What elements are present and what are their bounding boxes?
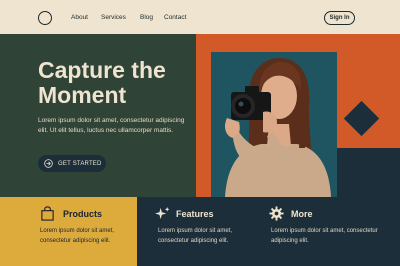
more-card-title: More <box>291 209 313 219</box>
hero-headline-line-2: Moment <box>38 82 127 108</box>
features-card-title: Features <box>176 209 214 219</box>
more-card[interactable]: More Lorem ipsum dolor sit amet, consect… <box>251 197 400 266</box>
shopping-bag-icon <box>41 206 54 221</box>
nav-link-services[interactable]: Services <box>101 14 126 21</box>
site-header: About Services Blog Contact Sign In <box>0 0 400 34</box>
sign-in-button[interactable]: Sign In <box>324 11 355 25</box>
features-card[interactable]: Features Lorem ipsum dolor sit amet, con… <box>137 197 251 266</box>
nav-link-contact[interactable]: Contact <box>164 14 186 21</box>
arrow-circle-icon <box>44 159 53 168</box>
nav-link-about[interactable]: About <box>71 14 88 21</box>
more-card-text: Lorem ipsum dolor sit amet, consectetur … <box>271 228 378 244</box>
navy-accent-block <box>337 148 400 197</box>
circle-logo-icon[interactable] <box>38 11 52 25</box>
nav-link-blog[interactable]: Blog <box>140 14 153 21</box>
get-started-button[interactable]: GET STARTED <box>38 155 106 172</box>
hero-description: Lorem ipsum dolor sit amet, consectetur … <box>38 117 185 134</box>
gear-icon <box>269 206 284 221</box>
products-card-text: Lorem ipsum dolor sit amet, consectetur … <box>40 228 115 244</box>
products-card[interactable]: Products Lorem ipsum dolor sit amet, con… <box>0 197 137 266</box>
get-started-label: GET STARTED <box>58 160 102 167</box>
products-card-title: Products <box>63 209 103 219</box>
hero-headline: Capture the Moment <box>38 58 188 108</box>
features-card-text: Lorem ipsum dolor sit amet, consectetur … <box>158 228 233 244</box>
woman-with-camera-photo <box>211 52 337 197</box>
sparkle-icon <box>155 206 170 220</box>
hero-headline-line-1: Capture the <box>38 57 166 83</box>
